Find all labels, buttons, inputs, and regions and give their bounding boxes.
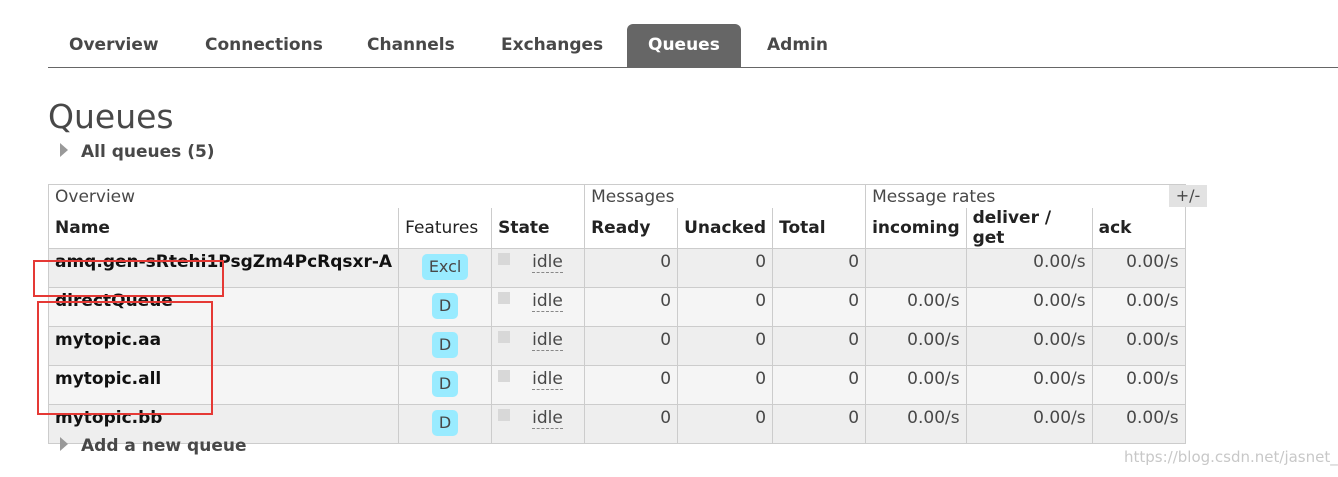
tab-exchanges[interactable]: Exchanges — [480, 24, 624, 67]
total-count: 0 — [772, 365, 867, 405]
state-label: idle — [532, 291, 563, 312]
tab-connections[interactable]: Connections — [184, 24, 344, 67]
unacked-count: 0 — [677, 248, 774, 288]
col-ack: ack — [1091, 208, 1186, 249]
queues-table: Overview Messages Message rates Name Fea… — [47, 184, 1186, 444]
ack-rate: 0.00/s — [1091, 287, 1186, 327]
deliver-get-rate: 0.00/s — [965, 326, 1093, 366]
state-icon — [498, 331, 511, 343]
highlight-box-topics — [37, 301, 213, 415]
columns-toggle-button[interactable]: +/- — [1169, 185, 1207, 207]
state-label: idle — [532, 369, 563, 390]
all-queues-label: All queues (5) — [81, 142, 215, 162]
add-queue-label: Add a new queue — [81, 436, 247, 456]
col-features: Features — [398, 208, 493, 249]
unacked-count: 0 — [677, 365, 774, 405]
deliver-get-rate: 0.00/s — [965, 365, 1093, 405]
watermark: https://blog.csdn.net/jasnet_u — [1124, 448, 1338, 466]
total-count: 0 — [772, 248, 867, 288]
ready-count: 0 — [584, 365, 679, 405]
total-count: 0 — [772, 326, 867, 366]
ready-count: 0 — [584, 248, 679, 288]
state-icon — [498, 409, 511, 421]
tab-admin[interactable]: Admin — [746, 24, 849, 67]
incoming-rate: 0.00/s — [865, 326, 967, 366]
ready-count: 0 — [584, 287, 679, 327]
incoming-rate: 0.00/s — [865, 287, 967, 327]
ack-rate: 0.00/s — [1091, 365, 1186, 405]
unacked-count: 0 — [677, 404, 774, 444]
group-header-overview: Overview — [47, 184, 586, 208]
highlight-box-direct — [33, 260, 224, 297]
state-label: idle — [532, 408, 563, 429]
col-ready: Ready — [584, 208, 679, 249]
expand-arrow-icon — [60, 143, 68, 157]
incoming-rate — [865, 248, 967, 288]
state-label: idle — [532, 330, 563, 351]
col-unacked: Unacked — [677, 208, 774, 249]
feature-badge: Excl — [421, 254, 469, 280]
incoming-rate: 0.00/s — [865, 365, 967, 405]
deliver-get-rate: 0.00/s — [965, 248, 1093, 288]
feature-badge: D — [431, 371, 459, 397]
state-icon — [498, 292, 511, 304]
table-row[interactable]: mytopic.aa D idle 0 0 0 0.00/s 0.00/s 0.… — [47, 326, 1186, 366]
feature-badge: D — [431, 410, 459, 436]
deliver-get-rate: 0.00/s — [965, 287, 1093, 327]
ready-count: 0 — [584, 404, 679, 444]
main-nav-tabs: Overview Connections Channels Exchanges … — [48, 24, 1338, 68]
state-label: idle — [532, 252, 563, 273]
all-queues-toggle[interactable]: All queues (5) — [60, 142, 215, 162]
tab-channels[interactable]: Channels — [346, 24, 476, 67]
tab-queues[interactable]: Queues — [627, 24, 741, 67]
add-queue-toggle[interactable]: Add a new queue — [60, 436, 247, 456]
tab-overview[interactable]: Overview — [48, 24, 180, 67]
state-icon — [498, 370, 511, 382]
ack-rate: 0.00/s — [1091, 248, 1186, 288]
col-name: Name — [47, 208, 400, 249]
col-incoming: incoming — [865, 208, 967, 249]
ready-count: 0 — [584, 326, 679, 366]
expand-arrow-icon — [60, 437, 68, 451]
incoming-rate: 0.00/s — [865, 404, 967, 444]
group-header-messages: Messages — [584, 184, 867, 208]
unacked-count: 0 — [677, 287, 774, 327]
total-count: 0 — [772, 287, 867, 327]
group-header-message-rates: Message rates — [865, 184, 1186, 208]
state-icon — [498, 253, 511, 265]
col-deliver-get: deliver / get — [965, 208, 1093, 249]
col-state: State — [491, 208, 586, 249]
ack-rate: 0.00/s — [1091, 404, 1186, 444]
unacked-count: 0 — [677, 326, 774, 366]
col-total: Total — [772, 208, 867, 249]
page-title: Queues — [48, 97, 174, 136]
table-row[interactable]: mytopic.all D idle 0 0 0 0.00/s 0.00/s 0… — [47, 365, 1186, 405]
feature-badge: D — [431, 293, 459, 319]
feature-badge: D — [431, 332, 459, 358]
ack-rate: 0.00/s — [1091, 326, 1186, 366]
total-count: 0 — [772, 404, 867, 444]
deliver-get-rate: 0.00/s — [965, 404, 1093, 444]
